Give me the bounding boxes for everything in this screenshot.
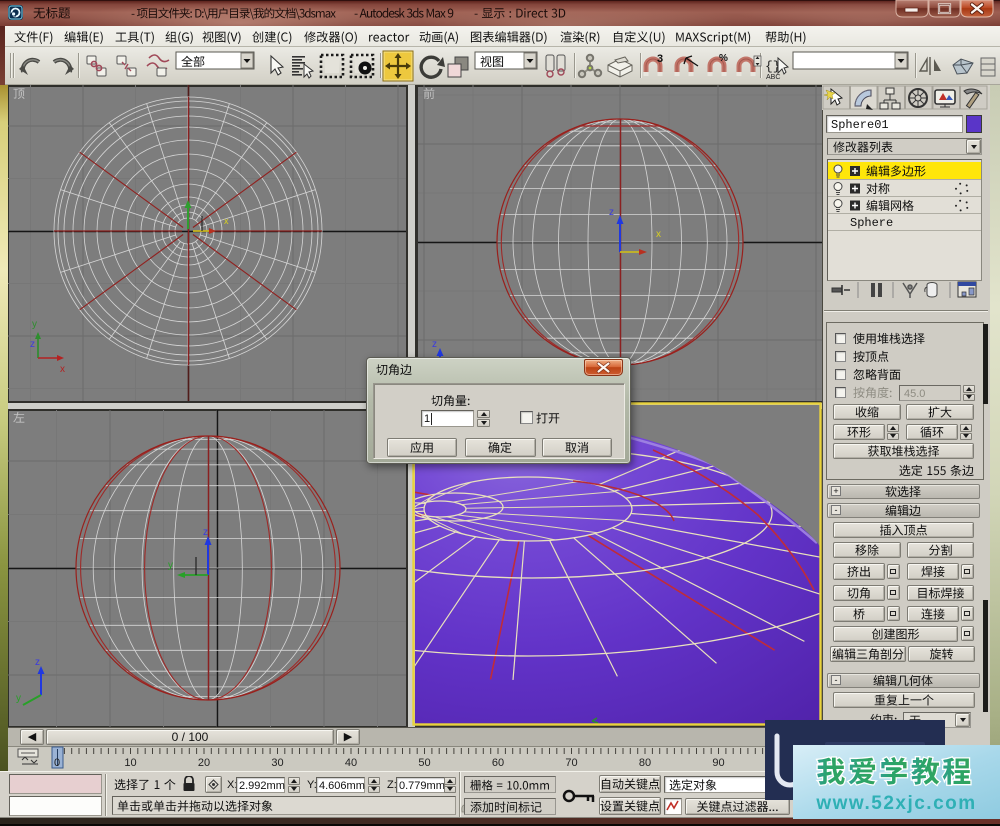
svg-text:ABC: ABC xyxy=(766,74,780,81)
svg-text:z: z xyxy=(432,339,437,350)
svg-text:30: 30 xyxy=(271,757,283,769)
svg-text:90: 90 xyxy=(712,757,724,769)
svg-text:z: z xyxy=(35,657,40,668)
svg-text:80: 80 xyxy=(639,757,651,769)
svg-text:z: z xyxy=(203,527,208,538)
svg-text:y: y xyxy=(32,319,37,330)
svg-text:x: x xyxy=(656,229,661,240)
svg-text:0: 0 xyxy=(54,757,60,769)
svg-text:x: x xyxy=(224,216,229,226)
svg-text:%: % xyxy=(719,53,728,64)
svg-text:z: z xyxy=(30,339,35,350)
svg-text:40: 40 xyxy=(345,757,357,769)
svg-text:3: 3 xyxy=(657,53,663,65)
svg-text:50: 50 xyxy=(418,757,430,769)
svg-text:70: 70 xyxy=(565,757,577,769)
svg-text:y: y xyxy=(168,560,173,571)
svg-text:20: 20 xyxy=(198,757,210,769)
svg-text:10: 10 xyxy=(124,757,136,769)
svg-text:z: z xyxy=(609,207,614,218)
svg-text:y: y xyxy=(16,693,21,704)
svg-text:60: 60 xyxy=(492,757,504,769)
svg-text:x: x xyxy=(60,364,65,375)
